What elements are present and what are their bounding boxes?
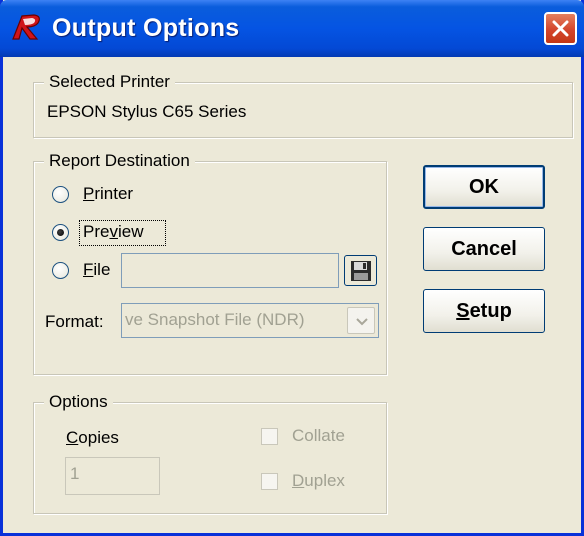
file-radio-label[interactable]: File bbox=[83, 260, 110, 280]
options-legend: Options bbox=[44, 392, 113, 412]
duplex-label[interactable]: Duplex bbox=[292, 471, 345, 491]
file-radio[interactable] bbox=[52, 262, 69, 279]
close-icon bbox=[552, 20, 569, 37]
collate-checkbox[interactable] bbox=[261, 428, 278, 445]
output-options-dialog: Output Options Selected Printer EPSON St… bbox=[0, 0, 584, 536]
collate-label[interactable]: Collate bbox=[292, 426, 345, 446]
file-path-input[interactable] bbox=[121, 253, 339, 288]
radio-selected-dot bbox=[57, 229, 64, 236]
copies-label: Copies bbox=[66, 428, 119, 447]
ok-button[interactable]: OK bbox=[423, 165, 545, 209]
format-select[interactable]: ve Snapshot File (NDR) bbox=[121, 303, 379, 338]
format-select-value: ve Snapshot File (NDR) bbox=[125, 310, 305, 329]
format-select-arrow[interactable] bbox=[347, 307, 375, 334]
floppy-disk-icon bbox=[351, 261, 371, 281]
title-bar[interactable]: Output Options bbox=[0, 0, 584, 57]
close-button[interactable] bbox=[544, 12, 577, 45]
red-r-logo-icon bbox=[12, 14, 40, 40]
selected-printer-legend: Selected Printer bbox=[44, 72, 175, 92]
printer-radio[interactable] bbox=[52, 186, 69, 203]
copies-input[interactable]: 1 bbox=[65, 457, 160, 495]
copies-value: 1 bbox=[70, 464, 80, 483]
duplex-checkbox[interactable] bbox=[261, 473, 278, 490]
file-browse-button[interactable] bbox=[344, 255, 377, 286]
window-title: Output Options bbox=[52, 14, 240, 42]
preview-radio[interactable] bbox=[52, 224, 69, 241]
chevron-down-icon bbox=[356, 318, 368, 326]
selected-printer-name: EPSON Stylus C65 Series bbox=[47, 102, 247, 121]
format-label: Format: bbox=[45, 312, 104, 331]
preview-radio-label[interactable]: Preview bbox=[83, 222, 143, 242]
setup-button[interactable]: Setup bbox=[423, 289, 545, 333]
printer-radio-label[interactable]: Printer bbox=[83, 184, 133, 204]
cancel-button[interactable]: Cancel bbox=[423, 227, 545, 271]
report-destination-legend: Report Destination bbox=[44, 151, 195, 171]
